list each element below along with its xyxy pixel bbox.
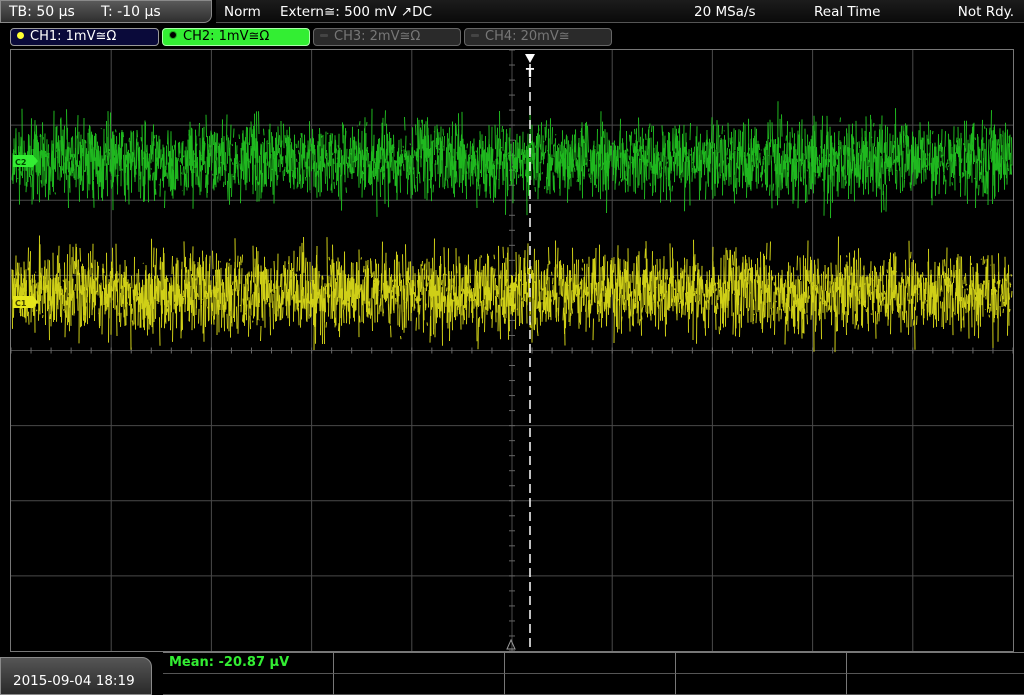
acquisition-mode: Real Time — [814, 4, 881, 20]
measurement-cell[interactable] — [676, 653, 847, 674]
measurement-cell[interactable] — [334, 653, 505, 674]
tab-ch2[interactable]: CH2: 1mV≅Ω — [162, 28, 310, 46]
run-state: Not Rdy. — [957, 4, 1014, 20]
ch2-label: CH2: 1mV≅Ω — [183, 29, 270, 44]
sample-rate: 20 MSa/s — [694, 4, 756, 20]
trigger-marker-label: T — [526, 66, 535, 80]
tab-ch4[interactable]: CH4: 20mV≅ — [464, 28, 612, 46]
waveform-canvas: T C2 C1 — [11, 50, 1013, 651]
measurement-cell[interactable] — [505, 653, 676, 674]
measurement-cell[interactable] — [163, 674, 334, 695]
measurement-cell[interactable] — [334, 674, 505, 695]
ch2-indicator-icon — [169, 31, 177, 39]
mean-measurement: Mean: -20.87 µV — [169, 655, 290, 670]
datetime: 2015-09-04 18:19 — [13, 673, 135, 689]
ch1-ground-marker[interactable]: C1 — [13, 296, 38, 308]
trigger-offset-readout: T: -10 µs — [101, 4, 161, 20]
measurement-cell[interactable] — [847, 653, 1024, 674]
trigger-source: Extern≅: 500 mV ↗DC — [280, 4, 433, 20]
trigger-mode: Norm — [224, 4, 261, 20]
timebase-readout: TB: 50 µs — [9, 4, 75, 20]
ch4-indicator-icon — [471, 34, 479, 37]
measurement-cell[interactable] — [505, 674, 676, 695]
top-status-bar: TB: 50 µs T: -10 µs Norm Extern≅: 500 mV… — [0, 0, 1024, 25]
measurement-cell[interactable]: Mean: -20.87 µV — [163, 653, 334, 674]
ch2-marker-label: C2 — [15, 158, 26, 167]
ch3-indicator-icon — [320, 34, 328, 37]
ch3-label: CH3: 2mV≅Ω — [334, 29, 421, 44]
bottom-trigger-arrow-icon — [506, 638, 516, 650]
ch1-label: CH1: 1mV≅Ω — [30, 29, 117, 44]
ch1-marker-label: C1 — [15, 299, 27, 308]
trigger-status-strip[interactable]: Norm Extern≅: 500 mV ↗DC 20 MSa/s Real T… — [216, 0, 1024, 23]
ch1-indicator-icon — [17, 32, 24, 39]
ch2-ground-marker[interactable]: C2 — [13, 155, 38, 167]
ch4-label: CH4: 20mV≅ — [485, 29, 570, 44]
datetime-panel: 2015-09-04 18:19 — [0, 657, 152, 695]
measurement-panel[interactable]: Mean: -20.87 µV — [163, 652, 1024, 695]
tab-ch3[interactable]: CH3: 2mV≅Ω — [313, 28, 461, 46]
measurement-cell[interactable] — [676, 674, 847, 695]
measurement-cell[interactable] — [847, 674, 1024, 695]
timebase-panel[interactable]: TB: 50 µs T: -10 µs — [0, 0, 212, 23]
trigger-marker-icon[interactable]: T — [525, 54, 535, 80]
waveform-display[interactable]: T C2 C1 — [10, 49, 1014, 652]
tab-ch1[interactable]: CH1: 1mV≅Ω — [10, 28, 159, 46]
